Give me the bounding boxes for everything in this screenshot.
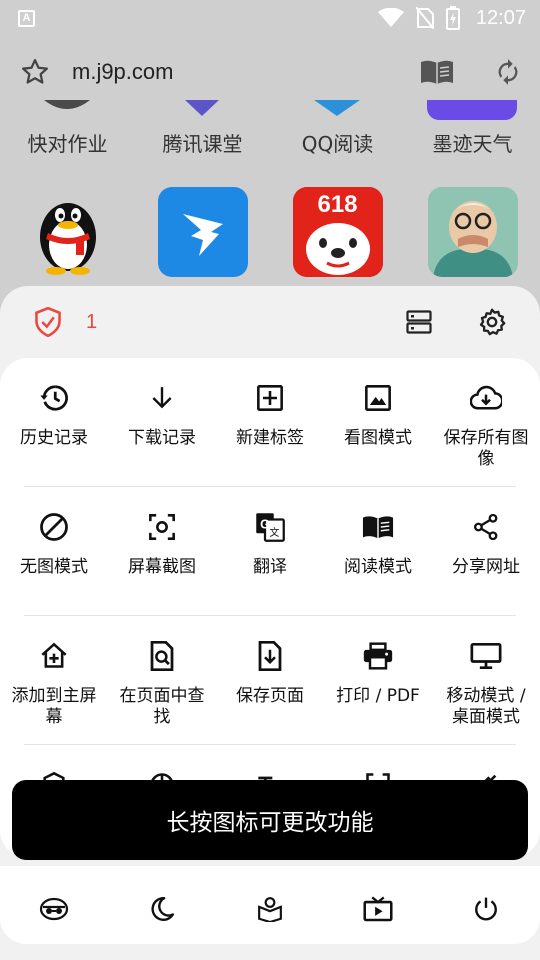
menu-item-share[interactable]: 分享网址 [432, 487, 540, 616]
server-icon[interactable] [406, 310, 432, 334]
shortcut-tencent-class[interactable]: 腾讯课堂 [135, 100, 270, 170]
dingtalk-icon[interactable] [157, 187, 248, 277]
save-page-icon [254, 640, 286, 672]
menu-item-new-tab[interactable]: 新建标签 [216, 358, 324, 487]
menu-row: 无图模式 屏幕截图 G文 翻译 阅读模式 分享网址 [0, 487, 540, 616]
power-button[interactable] [432, 876, 540, 942]
refresh-icon[interactable] [494, 57, 522, 87]
battery-charging-icon [445, 6, 460, 30]
menu-item-label: 阅读模式 [344, 557, 412, 577]
no-image-icon [38, 511, 70, 543]
menu-item-label: 历史记录 [20, 428, 88, 448]
menu-item-print-pdf[interactable]: 打印 / PDF [324, 616, 432, 745]
menu-item-label: 屏幕截图 [128, 557, 196, 577]
url-bar: m.j9p.com [0, 40, 540, 104]
menu-item-image-mode[interactable]: 看图模式 [324, 358, 432, 487]
desktop-icon [470, 640, 502, 672]
jd-618-icon[interactable]: 618 [292, 187, 383, 277]
menu-item-label: 下载记录 [128, 428, 196, 448]
menu-item-translate[interactable]: G文 翻译 [216, 487, 324, 616]
menu-item-label: 分享网址 [452, 557, 520, 577]
bottom-action-bar [0, 876, 540, 942]
download-icon [146, 382, 178, 414]
night-mode-icon [149, 896, 175, 922]
blocked-count: 1 [86, 310, 98, 333]
add-home-icon [38, 640, 70, 672]
menu-item-add-to-home[interactable]: 添加到主屏幕 [0, 616, 108, 745]
menu-item-downloads[interactable]: 下载记录 [108, 358, 216, 487]
shortcut-qq-reader[interactable]: QQ阅读 [270, 100, 405, 170]
menu-item-screenshot[interactable]: 屏幕截图 [108, 487, 216, 616]
no-sim-icon [415, 7, 434, 29]
wifi-icon [377, 8, 404, 28]
shortcut-kuaidui[interactable]: 快对作业 [0, 100, 135, 170]
cloud-download-icon [470, 382, 502, 414]
shortcut-moji-weather[interactable]: 墨迹天气 [405, 100, 540, 170]
star-icon[interactable] [20, 57, 50, 87]
menu-item-label: 打印 / PDF [336, 686, 420, 706]
shortcut-row: 618 [0, 187, 540, 279]
menu-item-history[interactable]: 历史记录 [0, 358, 108, 487]
menu-item-reader-mode[interactable]: 阅读模式 [324, 487, 432, 616]
print-icon [362, 640, 394, 672]
url-text[interactable]: m.j9p.com [72, 59, 420, 85]
night-mode-button[interactable] [108, 876, 216, 942]
menu-row: 添加到主屏幕 在页面中查找 保存页面 打印 / PDF 移动模式 / 桌面模式 [0, 616, 540, 745]
jd-618-badge: 618 [317, 191, 358, 218]
menu-item-label: 保存所有图像 [443, 428, 529, 469]
shield-icon[interactable] [34, 307, 62, 337]
menu-item-find-in-page[interactable]: 在页面中查找 [108, 616, 216, 745]
find-in-page-icon [146, 640, 178, 672]
bookmark-icon [257, 896, 283, 922]
tv-icon [363, 896, 393, 922]
history-icon [38, 382, 70, 414]
menu-item-save-page[interactable]: 保存页面 [216, 616, 324, 745]
incognito-button[interactable] [0, 876, 108, 942]
menu-item-label: 翻译 [253, 557, 287, 577]
menu-header: 1 [0, 286, 540, 358]
menu-item-label: 看图模式 [344, 428, 412, 448]
power-icon [473, 896, 499, 922]
menu-item-label: 新建标签 [236, 428, 304, 448]
shortcut-label: 快对作业 [27, 132, 108, 156]
menu-item-label: 移动模式 / 桌面模式 [446, 686, 526, 727]
share-icon [470, 511, 502, 543]
menu-item-desktop-mode[interactable]: 移动模式 / 桌面模式 [432, 616, 540, 745]
menu-row: 历史记录 下载记录 新建标签 看图模式 保存所有图像 [0, 358, 540, 487]
menu-item-save-all-images[interactable]: 保存所有图像 [432, 358, 540, 487]
toast-message: 长按图标可更改功能 [12, 780, 528, 860]
svg-text:文: 文 [269, 526, 279, 539]
incognito-icon [39, 897, 69, 921]
clock: 12:07 [475, 6, 526, 29]
shortcut-label: 墨迹天气 [432, 132, 513, 156]
screenshot-icon [146, 511, 178, 543]
status-bar: A 12:07 [0, 0, 540, 36]
bookmark-button[interactable] [216, 876, 324, 942]
app-notification-icon: A [18, 9, 35, 27]
menu-item-label: 添加到主屏幕 [11, 686, 97, 727]
image-mode-icon [362, 382, 394, 414]
menu-item-label: 无图模式 [20, 557, 88, 577]
qq-penguin-icon[interactable] [23, 187, 113, 277]
menu-item-label: 保存页面 [236, 686, 304, 706]
settings-icon[interactable] [478, 308, 506, 336]
new-tab-icon [254, 382, 286, 414]
shortcut-label: QQ阅读 [301, 132, 374, 156]
translate-icon: G文 [254, 511, 286, 543]
avatar-app-icon[interactable] [427, 187, 518, 277]
reader-book-icon[interactable] [420, 59, 454, 85]
menu-item-label: 在页面中查找 [119, 686, 205, 727]
tv-button[interactable] [324, 876, 432, 942]
shortcut-row: 快对作业 腾讯课堂 QQ阅读 墨迹天气 [0, 100, 540, 170]
shortcut-label: 腾讯课堂 [162, 132, 243, 156]
reader-mode-icon [362, 511, 394, 543]
menu-item-no-image[interactable]: 无图模式 [0, 487, 108, 616]
